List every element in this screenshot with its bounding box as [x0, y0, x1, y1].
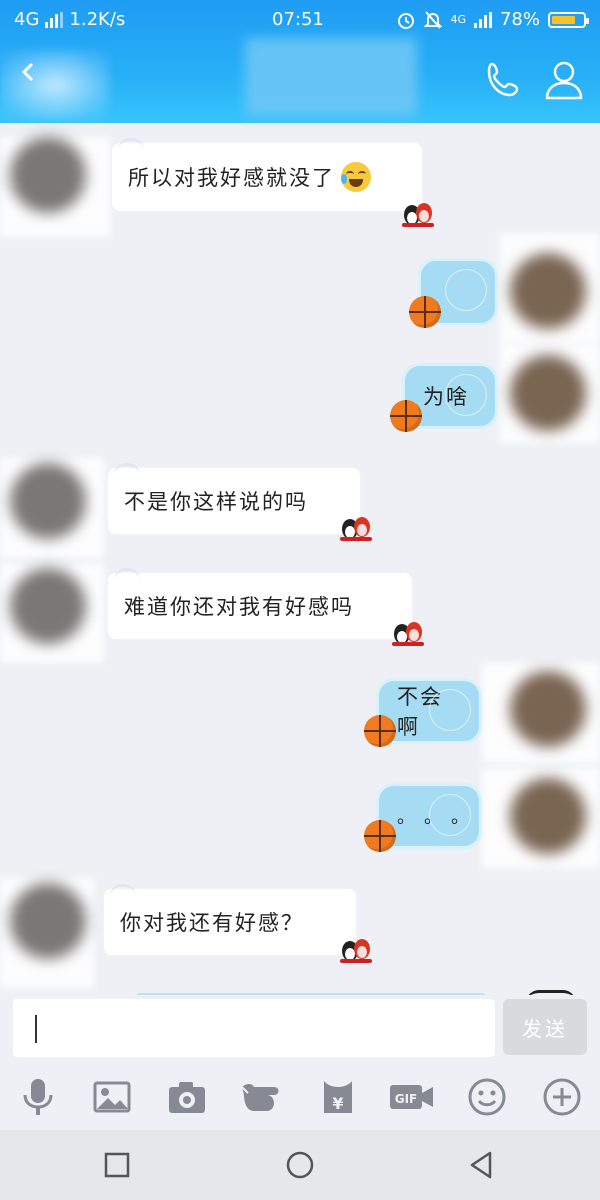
- message-input[interactable]: [13, 999, 495, 1057]
- penguin-badge-icon: [340, 939, 372, 963]
- penguin-badge-icon: [402, 203, 434, 227]
- message-text: 为啥: [423, 385, 469, 409]
- message-bubble[interactable]: 你对我还有好感？: [104, 884, 356, 955]
- send-button[interactable]: 发送: [503, 999, 587, 1055]
- message-text: 不会啊: [397, 685, 443, 739]
- message-text: 你对我还有好感？: [120, 911, 304, 935]
- message-bubble[interactable]: 所以对我好感就没了: [112, 138, 422, 211]
- avatar[interactable]: [510, 253, 586, 329]
- system-nav-bar: [0, 1130, 600, 1200]
- back-button[interactable]: [0, 50, 110, 120]
- basketball-badge-icon: [364, 820, 396, 852]
- avatar[interactable]: [10, 883, 86, 959]
- microphone-icon[interactable]: [18, 1077, 58, 1117]
- penguin-badge-icon: [340, 517, 372, 541]
- clock: 07:51: [272, 9, 324, 30]
- tears-of-joy-emoji-icon: [341, 162, 371, 192]
- recent-apps-icon[interactable]: [102, 1150, 132, 1180]
- signal-icon: [45, 11, 64, 28]
- battery-percent: 78%: [499, 9, 540, 30]
- basketball-badge-icon: [364, 715, 396, 747]
- gif-label: GIF: [395, 1092, 418, 1106]
- phone-icon[interactable]: [482, 58, 526, 102]
- network-speed: 1.2K/s: [69, 9, 126, 30]
- yuan-label: ¥: [332, 1094, 343, 1113]
- signal-icon-2: [473, 11, 492, 28]
- text-caret: [35, 1015, 37, 1043]
- net-small: 4G: [450, 12, 466, 26]
- avatar[interactable]: [10, 463, 86, 539]
- chat-area[interactable]: 所以对我好感就没了 为啥 不是你这样说的吗 难道你还对我有好感吗 不会啊 。。。…: [0, 123, 600, 995]
- back-nav-icon[interactable]: [466, 1150, 496, 1180]
- avatar[interactable]: [10, 137, 86, 213]
- red-packet-icon[interactable]: ¥: [318, 1077, 358, 1117]
- top-bar: 4G 1.2K/s 07:51 4G 78%: [0, 0, 600, 123]
- penguin-badge-icon: [392, 622, 424, 646]
- network-type: 4G: [14, 9, 40, 30]
- status-bar: 4G 1.2K/s 07:51 4G 78%: [0, 0, 600, 40]
- gif-icon[interactable]: GIF: [388, 1077, 436, 1117]
- battery-fill: [552, 15, 575, 24]
- message-text: 。。。: [397, 807, 487, 828]
- toolbar: ¥ GIF: [0, 1065, 600, 1130]
- basketball-badge-icon: [409, 296, 441, 328]
- message-bubble[interactable]: 不是你这样说的吗: [108, 463, 360, 534]
- message-text: 难道你还对我有好感吗: [124, 595, 354, 619]
- camera-icon[interactable]: [167, 1077, 207, 1117]
- message-text: 不是你这样说的吗: [124, 490, 308, 514]
- avatar[interactable]: [510, 671, 586, 747]
- input-bar: 发送: [0, 995, 600, 1065]
- home-icon[interactable]: [285, 1150, 315, 1180]
- image-icon[interactable]: [92, 1077, 132, 1117]
- poke-icon[interactable]: [240, 1077, 288, 1117]
- chat-title-blurred: [245, 38, 417, 116]
- emoji-icon[interactable]: [467, 1077, 507, 1117]
- message-text: 所以对我好感就没了: [128, 166, 335, 190]
- avatar[interactable]: [10, 568, 86, 644]
- alarm-icon: [398, 12, 415, 29]
- avatar[interactable]: [510, 778, 586, 854]
- basketball-badge-icon: [390, 400, 422, 432]
- back-icon[interactable]: [18, 62, 38, 82]
- avatar[interactable]: [510, 355, 586, 431]
- battery-icon: [548, 11, 589, 28]
- profile-icon[interactable]: [542, 58, 586, 102]
- plus-icon[interactable]: [542, 1077, 582, 1117]
- message-bubble[interactable]: 难道你还对我有好感吗: [108, 568, 412, 639]
- mute-icon: [424, 10, 443, 29]
